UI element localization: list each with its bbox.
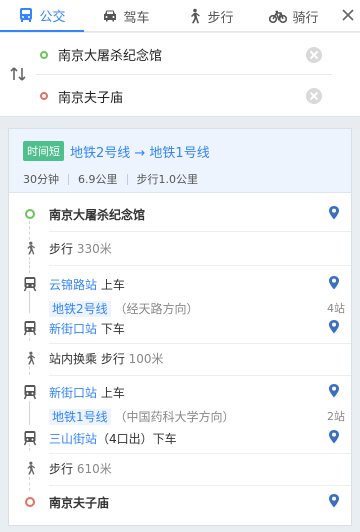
route-inputs: 南京大屠杀纪念馆 南京夫子庙 xyxy=(0,33,360,117)
tab-walk[interactable]: 步行 xyxy=(168,0,252,32)
line-name[interactable]: 地铁1号线 xyxy=(49,408,111,425)
stop-count: 4站 xyxy=(327,302,345,315)
walk-label: 步行 xyxy=(49,461,74,476)
divider xyxy=(68,173,69,185)
divider xyxy=(49,485,351,486)
route-title: 地铁2号线 → 地铁1号线 xyxy=(70,145,210,161)
step-start[interactable]: 南京大屠杀纪念馆 xyxy=(9,205,351,223)
start-name: 南京大屠杀纪念馆 xyxy=(49,207,146,222)
divider xyxy=(49,375,351,376)
step-walk: 步行 330米 xyxy=(9,239,351,257)
step-alight[interactable]: 三山街站（4口出）下车 xyxy=(9,429,351,447)
step-walk: 步行 610米 xyxy=(9,459,351,477)
line-direction: （经天路方向） xyxy=(114,301,199,316)
route-summary[interactable]: 时间短 地铁2号线 → 地铁1号线 30分钟 6.9公里 步行1.0公里 xyxy=(9,129,351,193)
close-icon xyxy=(341,8,355,25)
connector-line xyxy=(29,477,30,491)
alight-action: 下车 xyxy=(100,321,125,336)
destination-field[interactable]: 南京夫子庙 xyxy=(36,76,332,116)
location-pin-icon[interactable] xyxy=(328,493,340,512)
location-pin-icon[interactable] xyxy=(328,319,340,338)
close-button[interactable] xyxy=(336,0,360,32)
car-icon xyxy=(102,8,118,24)
tab-bus-label: 公交 xyxy=(39,9,66,25)
station-name[interactable]: 新街口站 xyxy=(49,386,97,400)
walk-icon xyxy=(186,8,202,24)
alight-action: 下车 xyxy=(152,431,177,446)
board-action: 上车 xyxy=(100,385,125,400)
step-alight[interactable]: 新街口站 下车 xyxy=(9,319,351,337)
divider xyxy=(126,173,128,185)
route-walk-distance: 步行1.0公里 xyxy=(136,173,199,186)
walk-distance: 610米 xyxy=(76,461,112,476)
swap-icon xyxy=(9,66,27,85)
tab-bus[interactable]: 公交 xyxy=(0,0,84,32)
transfer-distance: 100米 xyxy=(128,351,164,366)
destination-input[interactable]: 南京夫子庙 xyxy=(58,87,306,106)
walk-distance: 330米 xyxy=(76,241,112,256)
connector-line xyxy=(29,257,30,273)
walk-icon xyxy=(22,460,38,476)
step-board[interactable]: 新街口站 上车 xyxy=(9,383,351,401)
route-duration: 30分钟 xyxy=(23,173,59,186)
stop-count: 2站 xyxy=(327,410,345,423)
step-transfer: 站内换乘 步行 100米 xyxy=(9,349,351,367)
line-name[interactable]: 地铁2号线 xyxy=(49,300,111,317)
end-name: 南京夫子庙 xyxy=(49,495,110,510)
subway-icon xyxy=(22,384,38,400)
station-name[interactable]: 云锦路站 xyxy=(49,278,97,292)
location-pin-icon[interactable] xyxy=(328,429,340,448)
location-pin-icon[interactable] xyxy=(328,275,340,294)
destination-dot-icon xyxy=(40,92,48,100)
location-pin-icon[interactable] xyxy=(328,205,340,224)
route-card: 时间短 地铁2号线 → 地铁1号线 30分钟 6.9公里 步行1.0公里 南京大… xyxy=(8,128,352,526)
divider xyxy=(49,265,351,266)
station-name[interactable]: 新街口站 xyxy=(49,322,97,336)
swap-button[interactable] xyxy=(8,65,28,85)
bike-icon xyxy=(269,8,288,24)
board-action: 上车 xyxy=(100,277,125,292)
tab-bike-label: 骑行 xyxy=(292,10,319,26)
walk-label: 步行 xyxy=(49,241,74,256)
tab-walk-label: 步行 xyxy=(207,10,234,26)
walk-icon xyxy=(22,350,38,366)
step-line-info[interactable]: 地铁1号线 （中国药科大学方向） 2站 xyxy=(9,407,351,425)
subway-icon xyxy=(22,430,38,446)
step-line-info[interactable]: 地铁2号线 （经天路方向） 4站 xyxy=(9,299,351,317)
tab-bike[interactable]: 骑行 xyxy=(252,0,336,32)
transfer-label: 站内换乘 步行 xyxy=(49,351,125,366)
tab-car-label: 驾车 xyxy=(123,10,150,26)
clear-origin-icon[interactable] xyxy=(306,46,322,63)
divider xyxy=(49,453,351,454)
line-direction: （中国药科大学方向） xyxy=(114,409,235,424)
divider xyxy=(49,231,351,232)
start-dot-icon xyxy=(22,209,38,219)
origin-input[interactable]: 南京大屠杀纪念馆 xyxy=(58,45,306,64)
station-name[interactable]: 三山街站 xyxy=(49,432,97,446)
route-distance: 6.9公里 xyxy=(78,173,118,186)
exit-info: （4口出） xyxy=(97,431,153,446)
end-dot-icon xyxy=(22,497,38,507)
tab-car[interactable]: 驾车 xyxy=(84,0,168,32)
origin-field[interactable]: 南京大屠杀纪念馆 xyxy=(36,35,332,75)
clear-destination-icon[interactable] xyxy=(306,88,322,104)
bus-icon xyxy=(18,7,34,23)
fastest-badge: 时间短 xyxy=(23,141,64,161)
divider xyxy=(49,343,351,344)
step-end[interactable]: 南京夫子庙 xyxy=(9,493,351,511)
travel-mode-tabs: 公交 驾车 步行 骑行 xyxy=(0,0,360,32)
walk-icon xyxy=(22,240,38,256)
step-board[interactable]: 云锦路站 上车 xyxy=(9,275,351,293)
subway-icon xyxy=(22,276,38,292)
origin-dot-icon xyxy=(40,50,48,59)
subway-icon xyxy=(22,320,38,336)
location-pin-icon[interactable] xyxy=(328,383,340,402)
